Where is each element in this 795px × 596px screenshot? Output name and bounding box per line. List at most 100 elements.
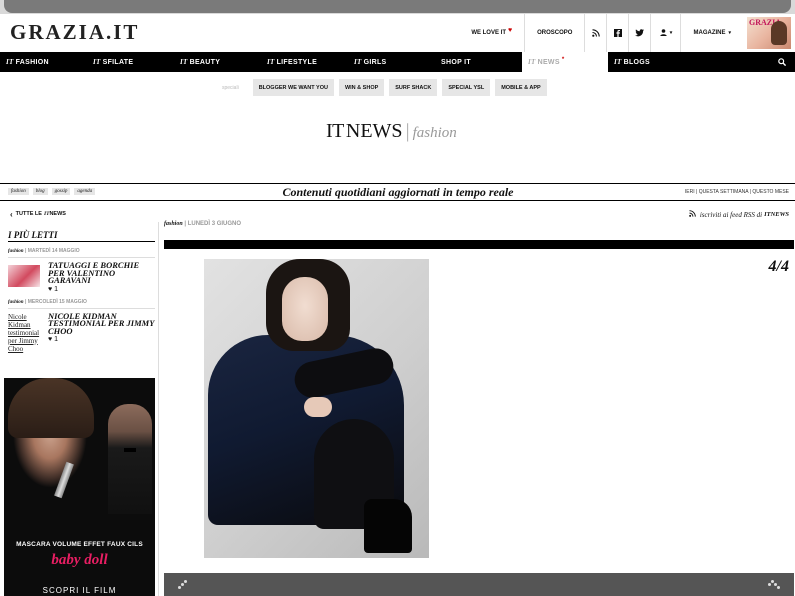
like-count: ♥ 1	[48, 285, 58, 293]
rss-news-label: NEWS	[770, 211, 789, 218]
article-category: fashion	[164, 221, 183, 227]
magazine-label: MAGAZINE	[693, 30, 726, 36]
nav-item-fashion[interactable]: IT FASHION	[0, 52, 87, 72]
special-blogger-button[interactable]: BLOGGER WE WANT YOU	[252, 79, 334, 96]
back-label: TUTTE LE	[15, 211, 42, 217]
photo-model-boot	[364, 499, 412, 553]
rss-subscribe-link[interactable]: iscriviti ai feed RSS di IT NEWS	[689, 210, 789, 219]
nav-label: FASHION	[15, 58, 49, 66]
we-love-it-link[interactable]: WE LOVE IT ♥	[459, 14, 524, 52]
gallery-header-band	[164, 240, 794, 249]
like-count: ♥ 1	[48, 336, 58, 343]
gallery-photo[interactable]	[204, 259, 429, 558]
magazine-cover[interactable]: GRAZIA	[747, 17, 791, 49]
nav-item-news[interactable]: IT NEWS *	[522, 52, 608, 72]
list-item-text: NICOLE KIDMAN TESTIMONIAL PER JIMMY CHOO…	[48, 311, 155, 353]
section-title: IT NEWS | fashion	[326, 120, 457, 143]
back-news-label: NEWS	[49, 211, 66, 217]
tag-agenda[interactable]: agenda	[74, 188, 96, 195]
search-icon[interactable]	[769, 52, 795, 72]
list-item[interactable]: fashion | MERCOLEDÌ 15 MAGGIO Nicole Kid…	[8, 299, 155, 353]
special-mobile-app-button[interactable]: MOBILE & APP	[495, 79, 547, 96]
back-to-all-news-link[interactable]: ‹ TUTTE LE IT NEWS	[8, 208, 155, 220]
list-item-row: Nicole Kidman testimonial per Jimmy Choo…	[8, 311, 155, 353]
photo-model-hand	[304, 397, 332, 417]
list-item-title[interactable]: TATUAGGI E BORCHIE PER VALENTINO GARAVAN…	[48, 261, 155, 285]
we-love-it-label: WE LOVE IT	[471, 30, 506, 36]
nav-item-beauty[interactable]: IT BEAUTY	[174, 52, 261, 72]
nav-it-mark: IT	[6, 58, 14, 66]
rss-icon[interactable]	[584, 14, 606, 52]
ad-brand-script: baby doll	[51, 552, 108, 568]
dot	[178, 586, 181, 589]
main-navigation: IT FASHION IT SFILATE IT BEAUTY IT LIFESTYLE…	[0, 52, 795, 72]
nav-it-mark: IT	[93, 58, 101, 66]
chevron-down-icon: ▾	[669, 30, 673, 36]
dot	[184, 580, 187, 583]
list-item-date: MERCOLEDÌ 15 MAGGIO	[27, 298, 87, 305]
nav-it-mark: IT	[180, 58, 188, 66]
heart-icon: ♥	[507, 26, 513, 34]
special-win-shop-button[interactable]: WIN & SHOP	[338, 79, 385, 96]
gallery-controls	[164, 573, 794, 596]
special-surf-shack-button[interactable]: SURF SHACK	[389, 79, 438, 96]
site-header: GRAZIA.IT WE LOVE IT ♥ OROSCOPO ▾ MAGAZI…	[0, 14, 795, 52]
list-item[interactable]: fashion | MARTEDÌ 14 MAGGIO TATUAGGI E B…	[8, 248, 155, 293]
site-logo[interactable]: GRAZIA.IT	[10, 20, 139, 45]
ad-cta-button[interactable]: SCOPRI IL FILM	[4, 586, 155, 595]
list-item-text: TATUAGGI E BORCHIE PER VALENTINO GARAVAN…	[48, 261, 155, 293]
user-icon	[660, 28, 667, 38]
popular-title: I PIÙ LETTI	[8, 230, 155, 242]
tagline: Contenuti quotidiani aggiornati in tempo…	[282, 185, 514, 199]
chevron-down-icon: ▾	[728, 30, 731, 36]
magazine-link[interactable]: MAGAZINE ▾	[680, 14, 743, 52]
nav-it-mark: IT	[267, 58, 275, 66]
nav-item-blogs[interactable]: IT BLOGS	[608, 52, 695, 72]
tag-blog[interactable]: blog	[32, 188, 48, 195]
list-item-thumbnail[interactable]	[8, 265, 40, 287]
special-ysl-button[interactable]: SPECIAL YSL	[442, 79, 491, 96]
oroscopo-label: OROSCOPO	[537, 30, 573, 36]
nav-item-lifestyle[interactable]: IT LIFESTYLE	[261, 52, 348, 72]
list-item-meta: fashion | MERCOLEDÌ 15 MAGGIO	[8, 299, 155, 309]
ad-bowtie	[124, 448, 136, 452]
photo-model-face	[282, 277, 328, 341]
dot	[181, 583, 184, 586]
dot	[777, 586, 780, 589]
ad-caption: MASCARA VOLUME EFFET FAUX CILS	[16, 541, 143, 548]
filter-bar: fashion blog gossip agenda Contenuti quo…	[0, 183, 795, 201]
nav-it-mark: IT	[528, 58, 536, 66]
oroscopo-link[interactable]: OROSCOPO	[524, 14, 584, 52]
nav-item-sfilate[interactable]: IT SFILATE	[87, 52, 174, 72]
section-category: fashion	[412, 125, 457, 141]
browser-chrome	[4, 0, 791, 13]
tag-gossip[interactable]: gossip	[51, 188, 71, 195]
rss-label: iscriviti ai feed RSS di	[699, 210, 763, 219]
section-separator: |	[405, 120, 410, 142]
list-item-row: TATUAGGI E BORCHIE PER VALENTINO GARAVAN…	[8, 261, 155, 293]
list-item-category: fashion	[8, 249, 24, 254]
period-filter[interactable]: IERI | QUESTA SETTIMANA | QUESTO MESE	[685, 189, 789, 195]
twitter-icon[interactable]	[628, 14, 650, 52]
specials-bar: speciali BLOGGER WE WANT YOU WIN & SHOP …	[222, 79, 552, 96]
list-item-category: fashion	[8, 299, 24, 305]
nav-item-girls[interactable]: IT GIRLS	[348, 52, 435, 72]
user-menu[interactable]: ▾	[650, 14, 680, 52]
tag-fashion[interactable]: fashion	[8, 188, 29, 195]
rss-icon	[689, 210, 696, 219]
nav-label: NEWS	[537, 58, 560, 66]
specials-label: speciali	[222, 84, 239, 91]
mascara-advertisement[interactable]: MASCARA VOLUME EFFET FAUX CILS baby doll…	[4, 378, 155, 596]
nav-item-shop-it[interactable]: SHOP IT	[435, 52, 522, 72]
active-marker: *	[561, 57, 565, 63]
list-item-title[interactable]: NICOLE KIDMAN TESTIMONIAL PER JIMMY CHOO	[48, 311, 155, 336]
list-item-image-alt[interactable]: Nicole Kidman testimonial per Jimmy Choo	[8, 313, 48, 353]
chevron-left-icon: ‹	[10, 209, 13, 219]
article-date: LUNEDÌ 3 GIUGNO	[187, 221, 242, 227]
facebook-icon[interactable]	[606, 14, 628, 52]
magazine-cover-portrait	[771, 21, 787, 45]
list-item-meta: fashion | MARTEDÌ 14 MAGGIO	[8, 248, 155, 258]
section-it-mark: IT	[326, 120, 344, 142]
nav-it-mark: IT	[354, 58, 362, 66]
browser-top-bar	[0, 0, 795, 14]
